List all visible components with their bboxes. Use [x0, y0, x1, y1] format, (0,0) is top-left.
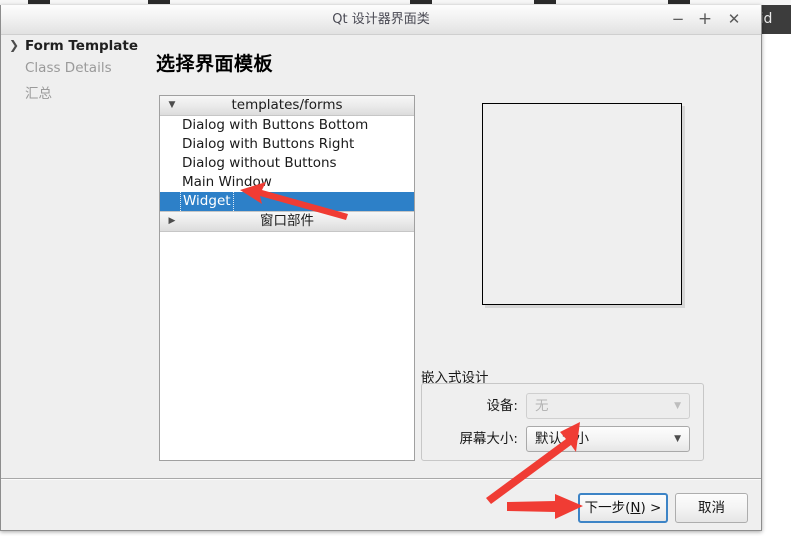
cancel-button[interactable]: 取消 — [675, 493, 748, 523]
screen-size-combobox[interactable]: 默认大小 ▼ — [526, 426, 690, 452]
tree-item-dialog-with-buttons-bottom[interactable]: Dialog with Buttons Bottom — [160, 116, 414, 135]
cancel-button-label: 取消 — [698, 500, 725, 516]
tree-item-widget[interactable]: Widget — [160, 190, 414, 213]
tree-group-label: templates/forms — [231, 97, 343, 113]
tree-group-label: 窗口部件 — [260, 213, 314, 229]
sidebar-item-label: 汇总 — [25, 86, 52, 102]
sidebar-item-label: Form Template — [25, 38, 139, 54]
chevron-down-icon: ▼ — [674, 401, 681, 411]
tree-item-label: Widget — [180, 190, 234, 213]
sidebar-item-class-details[interactable]: Class Details — [1, 57, 151, 79]
tree-item-dialog-with-buttons-right[interactable]: Dialog with Buttons Right — [160, 135, 414, 154]
toolbar-tick — [148, 0, 170, 4]
toolbar-tick — [534, 0, 556, 4]
device-field-row: 设备: 无 ▼ — [422, 393, 703, 419]
sidebar-item-form-template[interactable]: ❯ Form Template — [1, 35, 151, 57]
dialog-title: Qt 设计器界面类 — [332, 12, 430, 27]
tree-item-label: Main Window — [182, 174, 272, 190]
footer-separator — [1, 478, 761, 480]
toolbar-tick — [28, 0, 50, 4]
minimize-icon[interactable]: − — [665, 7, 691, 32]
device-value: 无 — [535, 398, 549, 414]
wizard-step-sidebar: ❯ Form Template Class Details 汇总 — [1, 35, 151, 105]
next-button[interactable]: 下一步(N) > — [578, 493, 668, 523]
toolbar-tick — [668, 0, 690, 4]
device-label: 设备: — [486, 398, 518, 414]
chevron-down-icon: ▼ — [674, 434, 681, 444]
close-icon[interactable]: ✕ — [721, 7, 747, 32]
toolbar-tick — [410, 0, 432, 4]
next-button-label-suffix: ) > — [640, 500, 662, 516]
dialog-titlebar[interactable]: Qt 设计器界面类 − + ✕ — [1, 5, 761, 35]
tree-group-window-widgets[interactable]: ▶ 窗口部件 — [160, 211, 414, 232]
tree-item-label: Dialog with Buttons Bottom — [182, 117, 369, 133]
next-button-accelerator: N — [630, 500, 641, 516]
triangle-right-icon[interactable]: ▶ — [166, 212, 178, 231]
tree-group-templates-forms[interactable]: ▼ templates/forms — [160, 96, 414, 116]
tree-item-label: Dialog with Buttons Right — [182, 136, 355, 152]
maximize-icon[interactable]: + — [692, 7, 718, 32]
template-tree[interactable]: ▼ templates/forms Dialog with Buttons Bo… — [159, 95, 415, 461]
tree-item-main-window[interactable]: Main Window — [160, 173, 414, 192]
sidebar-item-label: Class Details — [25, 60, 112, 76]
embedded-design-group: 设备: 无 ▼ 屏幕大小: 默认大小 ▼ — [421, 383, 704, 461]
form-preview-box — [482, 103, 682, 305]
device-combobox[interactable]: 无 ▼ — [526, 393, 690, 419]
sidebar-item-summary[interactable]: 汇总 — [1, 79, 151, 105]
next-button-label-prefix: 下一步( — [584, 500, 631, 516]
screen-size-label: 屏幕大小: — [459, 431, 518, 447]
dialog-body: ❯ Form Template Class Details 汇总 选择界面模板 … — [1, 35, 761, 530]
tree-item-dialog-without-buttons[interactable]: Dialog without Buttons — [160, 154, 414, 173]
page-title: 选择界面模板 — [156, 53, 274, 75]
screen-size-value: 默认大小 — [535, 431, 589, 447]
qt-designer-form-dialog: Qt 设计器界面类 − + ✕ ❯ Form Template Class De… — [0, 5, 762, 531]
triangle-down-icon[interactable]: ▼ — [166, 96, 178, 115]
screen-size-field-row: 屏幕大小: 默认大小 ▼ — [422, 426, 703, 452]
tree-item-label: Dialog without Buttons — [182, 155, 337, 171]
chevron-right-icon: ❯ — [9, 38, 20, 52]
